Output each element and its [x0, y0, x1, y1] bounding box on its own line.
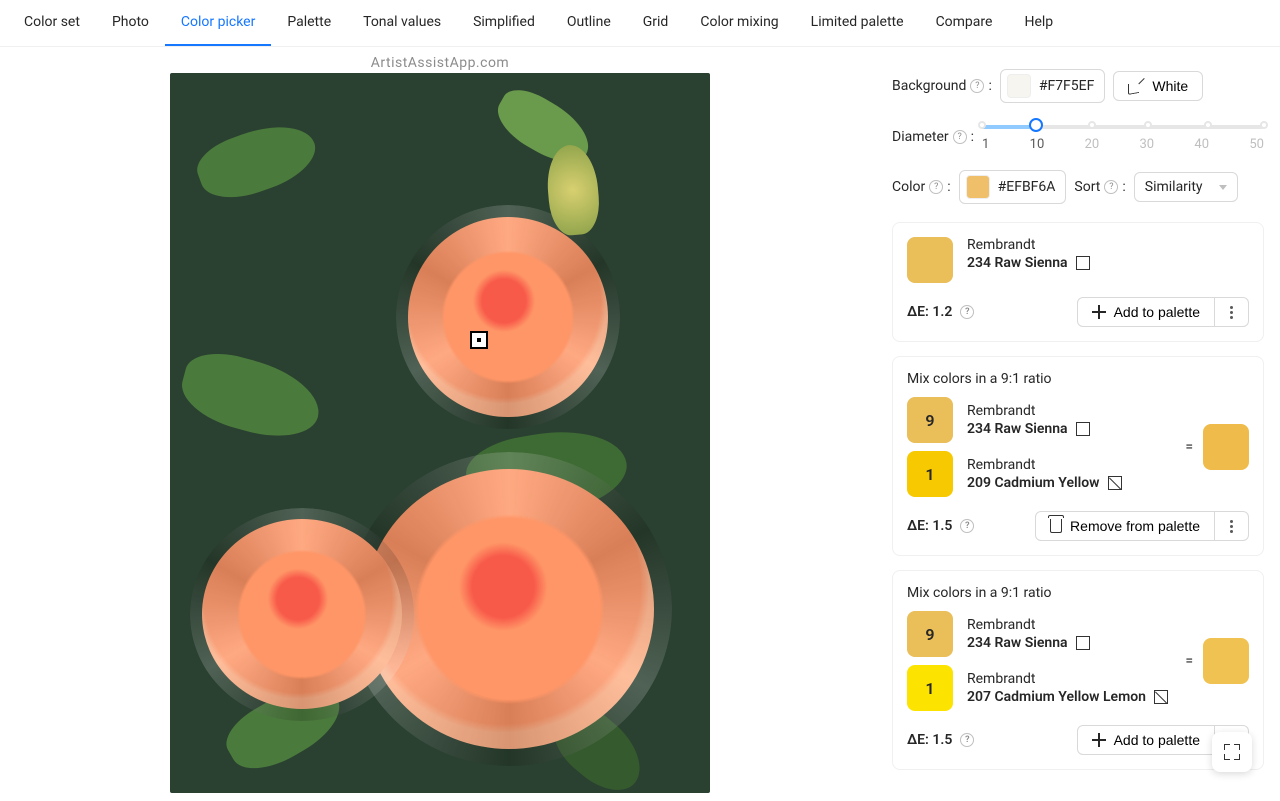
more-icon: [1230, 306, 1233, 319]
color-match-card: Mix colors in a 9:1 ratio 9 Rembrandt 23…: [892, 570, 1264, 770]
color-picker-crosshair[interactable]: [470, 331, 488, 349]
tab-color-picker[interactable]: Color picker: [165, 0, 271, 46]
add-to-palette-button[interactable]: Add to palette: [1077, 725, 1215, 755]
tab-help[interactable]: Help: [1008, 0, 1069, 46]
background-label: Background ? :: [892, 78, 992, 94]
picked-swatch: [966, 175, 990, 199]
tab-outline[interactable]: Outline: [551, 0, 627, 46]
paint-name: 234 Raw Sienna: [967, 635, 1090, 651]
tab-simplified[interactable]: Simplified: [457, 0, 551, 46]
slider-mark: 10: [1030, 137, 1045, 152]
trash-icon: [1050, 519, 1062, 533]
tab-color-mixing[interactable]: Color mixing: [684, 0, 794, 46]
picked-color-input[interactable]: #EFBF6A: [959, 170, 1067, 204]
tab-tonal-values[interactable]: Tonal values: [347, 0, 457, 46]
more-actions-button[interactable]: [1215, 297, 1249, 327]
plus-icon: [1092, 733, 1106, 747]
equals-sign: =: [1185, 653, 1193, 669]
opacity-icon: [1076, 256, 1090, 270]
tab-grid[interactable]: Grid: [627, 0, 685, 46]
slider-mark: 50: [1249, 137, 1264, 152]
remove-from-palette-button[interactable]: Remove from palette: [1035, 511, 1215, 541]
tab-color-set[interactable]: Color set: [8, 0, 96, 46]
mix-result-swatch: [1203, 424, 1249, 470]
side-panel: Background ? : #F7F5EF White Diameter ? …: [864, 47, 1264, 801]
delta-e: ΔE: 1.2 ?: [907, 304, 974, 320]
diameter-slider[interactable]: 1 10 20 30 40 50: [982, 121, 1264, 152]
paint-name: 207 Cadmium Yellow Lemon: [967, 689, 1168, 705]
paint-swatch: [907, 237, 953, 283]
picked-hex: #EFBF6A: [998, 179, 1056, 195]
mix-result-swatch: [1203, 638, 1249, 684]
help-icon[interactable]: ?: [970, 79, 984, 93]
help-icon[interactable]: ?: [960, 733, 974, 747]
opacity-icon: [1154, 690, 1168, 704]
paint-name: 209 Cadmium Yellow: [967, 475, 1122, 491]
diameter-label: Diameter ? :: [892, 129, 974, 145]
paint-brand: Rembrandt: [967, 403, 1090, 419]
add-to-palette-button[interactable]: Add to palette: [1077, 297, 1215, 327]
paint-brand: Rembrandt: [967, 671, 1168, 687]
watermark: ArtistAssistApp.com: [371, 55, 509, 71]
color-match-card: Mix colors in a 9:1 ratio 9 Rembrandt 23…: [892, 356, 1264, 556]
slider-mark: 30: [1140, 137, 1155, 152]
pipette-icon: [1128, 78, 1144, 94]
paint-brand: Rembrandt: [967, 617, 1090, 633]
tab-bar: Color setPhotoColor pickerPaletteTonal v…: [0, 0, 1280, 47]
photo-column: ArtistAssistApp.com: [16, 47, 864, 801]
help-icon[interactable]: ?: [960, 305, 974, 319]
plus-icon: [1092, 305, 1106, 319]
help-icon[interactable]: ?: [960, 519, 974, 533]
mix-ratio-swatch: 9: [907, 397, 953, 443]
chevron-down-icon: [1219, 185, 1227, 190]
background-color-input[interactable]: #F7F5EF: [1000, 69, 1106, 103]
tab-compare[interactable]: Compare: [920, 0, 1009, 46]
tab-photo[interactable]: Photo: [96, 0, 165, 46]
mix-ratio-swatch: 1: [907, 451, 953, 497]
background-hex: #F7F5EF: [1039, 78, 1095, 94]
delta-e: ΔE: 1.5 ?: [907, 518, 974, 534]
paint-brand: Rembrandt: [967, 237, 1090, 253]
mix-ratio-swatch: 9: [907, 611, 953, 657]
slider-mark: 20: [1085, 137, 1100, 152]
tab-limited-palette[interactable]: Limited palette: [795, 0, 920, 46]
opacity-icon: [1076, 636, 1090, 650]
opacity-icon: [1076, 422, 1090, 436]
more-actions-button[interactable]: [1215, 511, 1249, 541]
equals-sign: =: [1185, 439, 1193, 455]
white-button[interactable]: White: [1113, 71, 1203, 101]
fullscreen-button[interactable]: [1212, 732, 1252, 772]
slider-mark: 40: [1194, 137, 1209, 152]
background-swatch: [1007, 74, 1031, 98]
help-icon[interactable]: ?: [929, 180, 943, 194]
help-icon[interactable]: ?: [1104, 180, 1118, 194]
opacity-icon: [1108, 476, 1122, 490]
color-match-card: Rembrandt 234 Raw Sienna ΔE: 1.2 ? Add t…: [892, 222, 1264, 342]
more-icon: [1230, 520, 1233, 533]
sort-select[interactable]: Similarity: [1134, 172, 1238, 202]
tab-palette[interactable]: Palette: [271, 0, 347, 46]
paint-name: 234 Raw Sienna: [967, 255, 1090, 271]
mix-label: Mix colors in a 9:1 ratio: [907, 585, 1249, 601]
sort-label: Sort ? :: [1074, 179, 1125, 195]
paint-name: 234 Raw Sienna: [967, 421, 1090, 437]
slider-mark: 1: [982, 137, 989, 152]
mix-label: Mix colors in a 9:1 ratio: [907, 371, 1249, 387]
reference-photo[interactable]: [170, 73, 710, 793]
delta-e: ΔE: 1.5 ?: [907, 732, 974, 748]
paint-brand: Rembrandt: [967, 457, 1122, 473]
color-label: Color ? :: [892, 179, 951, 195]
help-icon[interactable]: ?: [953, 130, 967, 144]
expand-icon: [1224, 744, 1240, 760]
mix-ratio-swatch: 1: [907, 665, 953, 711]
